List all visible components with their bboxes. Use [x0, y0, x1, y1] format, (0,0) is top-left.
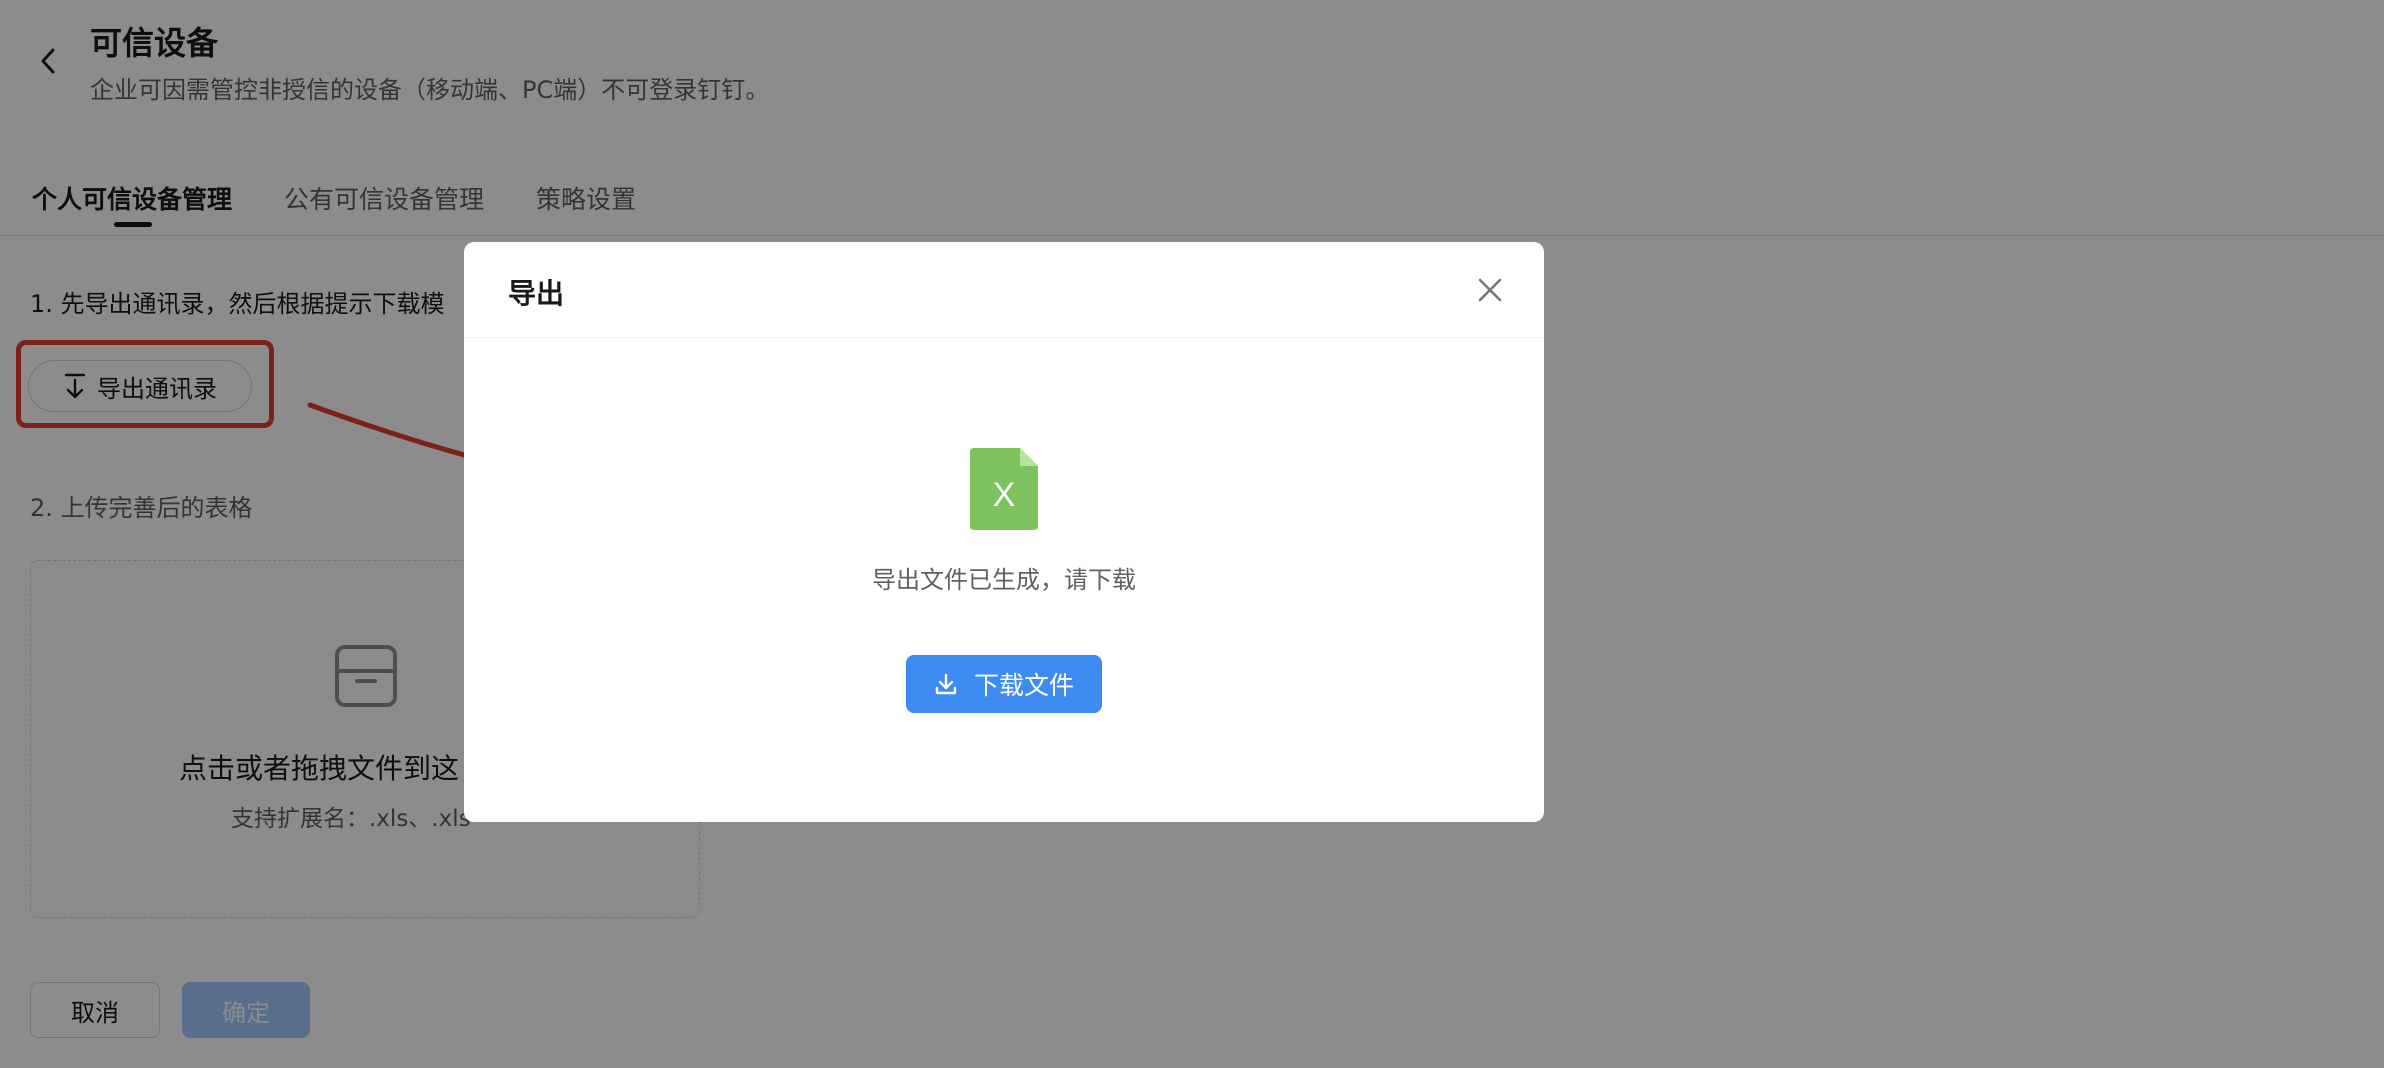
modal-title: 导出: [508, 277, 565, 310]
modal-header: 导出: [464, 242, 1544, 338]
page-root: 可信设备 企业可因需管控非授信的设备（移动端、PC端）不可登录钉钉。 个人可信设…: [0, 0, 2384, 1068]
download-icon: [935, 673, 957, 695]
excel-file-letter: X: [993, 476, 1016, 514]
excel-file-icon: X: [970, 448, 1038, 530]
download-file-label: 下载文件: [973, 671, 1074, 700]
export-modal: 导出 X 导出文件已生成，请下载 下载文件: [464, 242, 1544, 822]
export-ready-message: 导出文件已生成，请下载: [872, 566, 1136, 594]
download-file-button[interactable]: 下载文件: [906, 655, 1102, 713]
close-icon[interactable]: [1476, 276, 1504, 304]
